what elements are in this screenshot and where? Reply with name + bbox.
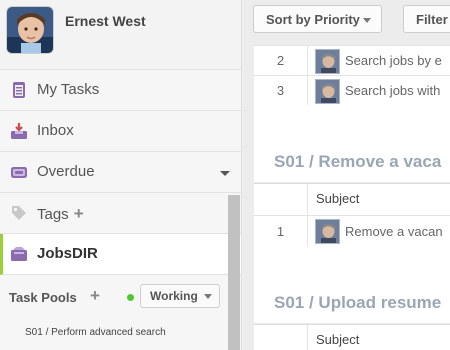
- chevron-down-icon: [204, 294, 212, 299]
- filter-label: Filter: [416, 12, 448, 27]
- column-header-subject[interactable]: Subject: [316, 191, 359, 206]
- row-number: 1: [254, 216, 308, 248]
- row-subject: Remove a vacan: [345, 224, 443, 239]
- user-name: Ernest West: [65, 13, 146, 29]
- row-subject: Search jobs by e: [345, 53, 442, 68]
- chevron-down-icon[interactable]: [220, 171, 230, 176]
- tag-icon: [10, 204, 28, 222]
- main-content: Sort by Priority Filter 2 Search jobs by…: [243, 0, 450, 350]
- folder-icon: [10, 245, 28, 263]
- nav-label: Overdue: [37, 163, 95, 180]
- row-number: 3: [254, 76, 308, 106]
- table-row[interactable]: 3 Search jobs with: [254, 75, 450, 106]
- chevron-down-icon: [363, 18, 371, 23]
- row-subject: Search jobs with: [345, 83, 441, 98]
- clipboard-icon: [10, 81, 28, 99]
- add-tag-icon[interactable]: +: [74, 204, 84, 223]
- pool-list-item[interactable]: S01 / Perform advanced search: [25, 327, 166, 338]
- task-pools: Task Pools + Working: [0, 277, 228, 317]
- avatar[interactable]: [6, 6, 54, 54]
- toolbar: Sort by Priority Filter: [243, 0, 450, 42]
- table-row[interactable]: 1 Remove a vacan: [254, 215, 450, 248]
- task-pools-label: Task Pools: [9, 290, 77, 305]
- assignee-avatar: [315, 79, 340, 104]
- column-header-subject[interactable]: Subject: [316, 332, 359, 347]
- assignee-avatar: [315, 219, 340, 244]
- row-number: 2: [254, 46, 308, 76]
- overdue-icon: [10, 163, 28, 181]
- nav-my-tasks[interactable]: My Tasks: [0, 70, 241, 111]
- status-dot: [127, 294, 134, 301]
- scrollbar-thumb[interactable]: [228, 195, 240, 350]
- user-profile[interactable]: Ernest West: [0, 0, 241, 70]
- add-pool-icon[interactable]: +: [90, 286, 100, 306]
- nav-label: Inbox: [37, 122, 74, 139]
- status-select[interactable]: Working: [140, 284, 220, 308]
- status-value: Working: [150, 289, 198, 303]
- nav-label: My Tasks: [37, 81, 100, 98]
- header-number-cell: [254, 184, 308, 216]
- sort-label: Sort by Priority: [266, 12, 360, 27]
- nav-label: JobsDIR: [37, 245, 98, 262]
- nav-tags[interactable]: Tags +: [0, 193, 241, 234]
- sidebar: Ernest West My Tasks Inbox Overdue Tags …: [0, 0, 242, 350]
- section-title[interactable]: S01 / Upload resume: [274, 293, 441, 313]
- nav-label: Tags: [37, 206, 69, 223]
- sort-button[interactable]: Sort by Priority: [253, 5, 382, 33]
- nav-inbox[interactable]: Inbox: [0, 111, 241, 152]
- nav-jobsdir[interactable]: JobsDIR: [0, 234, 241, 275]
- assignee-avatar: [315, 49, 340, 74]
- table-header-row: Subject: [254, 183, 450, 216]
- nav-overdue[interactable]: Overdue: [0, 152, 241, 193]
- header-number-cell: [254, 325, 308, 350]
- filter-button[interactable]: Filter: [403, 5, 450, 33]
- table-row[interactable]: 2 Search jobs by e: [254, 45, 450, 76]
- inbox-icon: [10, 122, 28, 140]
- table-header-row: Subject: [254, 324, 450, 350]
- section-title[interactable]: S01 / Remove a vaca: [274, 152, 441, 172]
